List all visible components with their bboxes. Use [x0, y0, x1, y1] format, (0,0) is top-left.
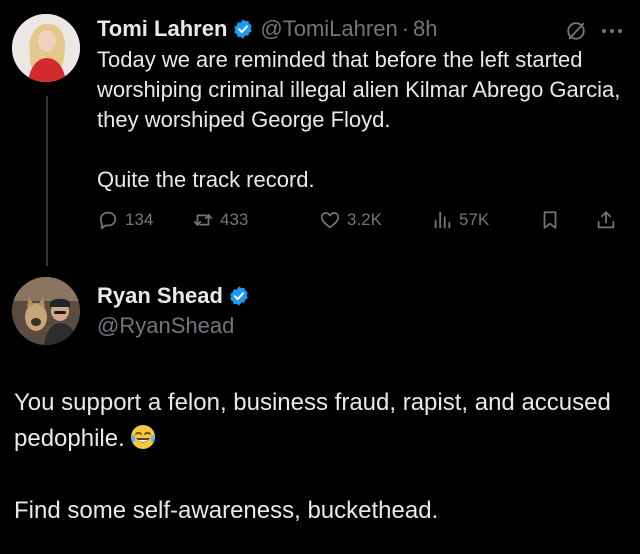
- ryan-shead-avatar[interactable]: [12, 277, 80, 345]
- tomi-avatar-photo: [12, 14, 80, 82]
- thread-line: [46, 96, 48, 266]
- tweet2-author-handle[interactable]: @RyanShead: [97, 310, 234, 342]
- tweet1-header: Tomi Lahren @TomiLahren · 8h: [97, 13, 438, 45]
- tweet2-text-paragraph-1: You support a felon, business fraud, rap…: [14, 385, 624, 457]
- tweet1-timestamp[interactable]: 8h: [413, 13, 437, 45]
- reply-icon: [99, 211, 117, 230]
- tweet1-action-bar: 134 433 3.2K 57K: [97, 209, 627, 239]
- tweet1-text-paragraph-2: Quite the track record.: [97, 167, 315, 192]
- bookmark-icon: [543, 211, 557, 229]
- like-count: 3.2K: [347, 210, 382, 229]
- tweet2-body: You support a felon, business fraud, rap…: [14, 385, 624, 529]
- verified-icon: [230, 286, 248, 306]
- repost-count: 433: [220, 210, 249, 229]
- tweet2-header: Ryan Shead: [97, 280, 256, 312]
- like-button[interactable]: 3.2K: [319, 209, 382, 231]
- verified-icon: [234, 19, 253, 39]
- views-count: 57K: [459, 210, 490, 229]
- views-icon: [434, 211, 451, 229]
- tweet2-text-1: You support a felon, business fraud, rap…: [14, 389, 611, 452]
- grok-icon[interactable]: [565, 20, 587, 42]
- tweet1-author-name[interactable]: Tomi Lahren: [97, 13, 227, 45]
- repost-button[interactable]: 433: [192, 209, 248, 231]
- tweet2-text-paragraph-2: Find some self-awareness, buckethead.: [14, 497, 439, 524]
- tweet1-body: Today we are reminded that before the le…: [97, 45, 627, 195]
- more-icon[interactable]: [597, 20, 627, 42]
- tweet1-author-handle[interactable]: @TomiLahren: [260, 13, 397, 45]
- tweet1-dot-separator: ·: [401, 16, 410, 41]
- reply-button[interactable]: 134: [97, 209, 153, 231]
- share-icon: [597, 211, 615, 229]
- views-button[interactable]: 57K: [431, 209, 489, 231]
- tweet1-text-paragraph-1: Today we are reminded that before the le…: [97, 47, 621, 132]
- like-icon: [320, 212, 340, 229]
- ryan-avatar-photo: [12, 277, 80, 345]
- repost-icon: [193, 214, 213, 226]
- reply-count: 134: [125, 210, 154, 229]
- tweet2-author-name[interactable]: Ryan Shead: [97, 280, 223, 312]
- share-button[interactable]: [595, 209, 623, 231]
- face-with-tears-of-joy-emoji-icon: [130, 425, 155, 449]
- bookmark-button[interactable]: [539, 209, 567, 231]
- tomi-lahren-avatar[interactable]: [12, 14, 80, 82]
